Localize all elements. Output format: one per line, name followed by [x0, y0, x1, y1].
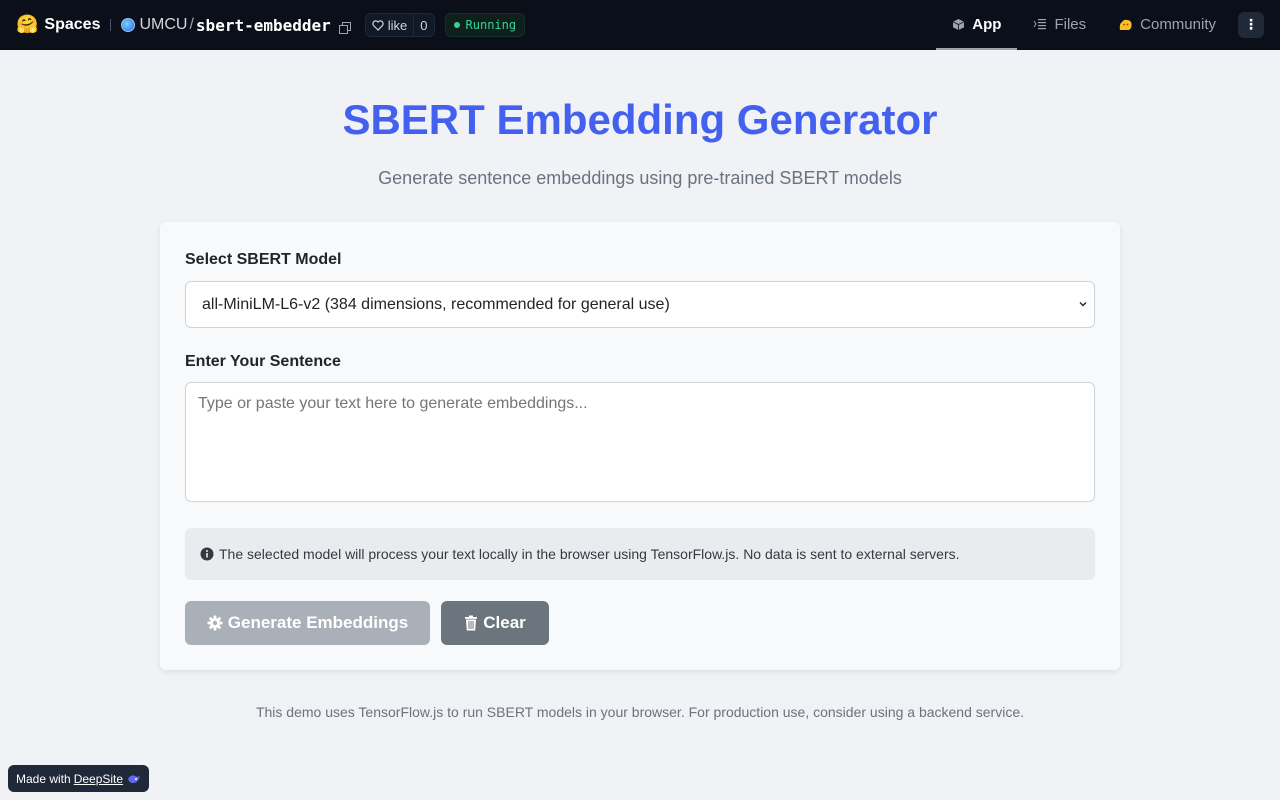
tab-files[interactable]: Files: [1017, 0, 1102, 50]
generate-button-label: Generate Embeddings: [227, 613, 409, 632]
info-circle-icon: [200, 547, 214, 561]
tab-files-label: Files: [1054, 15, 1087, 33]
like-widget: like 0: [364, 13, 435, 37]
spaces-brand[interactable]: 🤗 Spaces: [16, 16, 100, 34]
page-subtitle: Generate sentence embeddings using pre-t…: [378, 168, 902, 188]
model-select[interactable]: all-MiniLM-L6-v2 (384 dimensions, recomm…: [185, 281, 1095, 328]
tab-app[interactable]: App: [936, 0, 1018, 50]
repo-link[interactable]: sbert-embedder: [196, 16, 331, 35]
deepsite-link[interactable]: DeepSite: [74, 772, 123, 786]
community-icon: [1119, 19, 1132, 30]
trash-icon: [465, 615, 478, 631]
model-select-value: all-MiniLM-L6-v2 (384 dimensions, recomm…: [202, 295, 670, 313]
like-button[interactable]: like: [366, 14, 414, 36]
path-separator: /: [189, 16, 194, 33]
org-avatar[interactable]: [121, 18, 136, 32]
files-icon: [1034, 19, 1047, 30]
tab-community[interactable]: Community: [1102, 0, 1232, 50]
info-text: The selected model will process your tex…: [219, 546, 960, 562]
spaces-label: Spaces: [44, 16, 101, 33]
divider: [110, 19, 112, 31]
space-nav: App Files Community ⋮: [936, 0, 1280, 50]
gear-icon: [207, 615, 223, 631]
info-alert: The selected model will process your tex…: [185, 528, 1095, 580]
clear-button-label: Clear: [483, 613, 526, 632]
hugging-face-logo-icon: 🤗: [16, 14, 39, 35]
sentence-input-label: Enter Your Sentence: [185, 353, 341, 370]
tab-community-label: Community: [1140, 15, 1216, 33]
model-select-label: Select SBERT Model: [185, 251, 342, 268]
sentence-textarea[interactable]: [185, 382, 1095, 502]
like-count[interactable]: 0: [413, 14, 433, 36]
top-bar: 🤗 Spaces UMCU / sbert-embedder like 0 Ru…: [0, 0, 1280, 50]
heart-icon: [372, 19, 384, 31]
status-dot-icon: [453, 22, 460, 28]
kebab-menu-icon: ⋮: [1244, 17, 1258, 33]
copy-icon[interactable]: [338, 19, 351, 34]
footer-note: This demo uses TensorFlow.js to run SBER…: [255, 704, 1025, 720]
clear-button[interactable]: Clear: [441, 601, 549, 645]
deepsite-logo-icon: [128, 774, 141, 783]
like-label: like: [387, 17, 408, 33]
status-text: Running: [465, 18, 517, 32]
page-title: SBERT Embedding Generator: [342, 96, 938, 143]
more-options-button[interactable]: ⋮: [1238, 12, 1264, 38]
chevron-down-icon: [1079, 302, 1087, 307]
cube-icon: [953, 18, 965, 30]
generate-embeddings-button[interactable]: Generate Embeddings: [185, 601, 430, 645]
status-badge[interactable]: Running: [444, 13, 526, 37]
embedding-form-card: Select SBERT Model all-MiniLM-L6-v2 (384…: [160, 222, 1120, 670]
made-with-badge[interactable]: Made with DeepSite: [8, 765, 150, 792]
tab-app-label: App: [972, 15, 1002, 33]
org-link[interactable]: UMCU: [139, 16, 187, 34]
made-with-prefix: Made with: [16, 771, 71, 786]
